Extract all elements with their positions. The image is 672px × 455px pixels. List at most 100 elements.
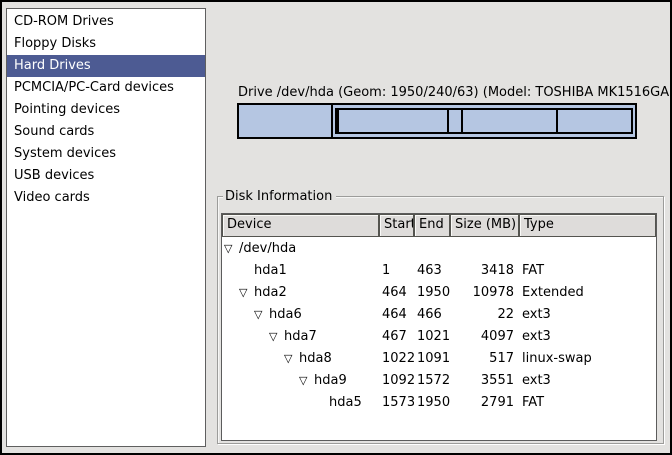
- type-cell: FAT: [519, 395, 656, 410]
- sidebar-item-label: System devices: [14, 146, 116, 161]
- start-cell: 464: [379, 307, 414, 322]
- size-cell: 3551: [450, 373, 519, 388]
- type-cell: Extended: [519, 285, 656, 300]
- sidebar-item-label: CD-ROM Drives: [14, 14, 114, 29]
- device-cell: ▽ hda6: [222, 307, 379, 322]
- sidebar-item-label: Floppy Disks: [14, 36, 96, 51]
- sidebar-item-label: Sound cards: [14, 124, 94, 139]
- sidebar-item[interactable]: CD-ROM Drives: [7, 11, 205, 33]
- disk-info-table-body: ▽ /dev/hda ▽ hda1 1 463: [222, 237, 656, 413]
- start-cell: 1573: [379, 395, 414, 410]
- table-row[interactable]: ▽ hda2 464 1950 10978 Extended: [222, 281, 656, 303]
- table-row[interactable]: ▽ hda5 1573 1950 2791 FAT: [222, 391, 656, 413]
- size-cell: 22: [450, 307, 519, 322]
- hardware-browser-window: CD-ROM Drives Floppy Disks Hard Drives P…: [0, 0, 672, 455]
- sidebar-item[interactable]: Pointing devices: [7, 99, 205, 121]
- expander-icon[interactable]: ▽: [299, 375, 314, 386]
- table-row[interactable]: ▽ hda6 464 466 22 ext3: [222, 303, 656, 325]
- device-name: hda7: [284, 329, 317, 344]
- partition-segment-logical: [463, 108, 558, 134]
- partition-segment-hda1: [239, 105, 333, 137]
- start-cell: 464: [379, 285, 414, 300]
- column-header[interactable]: Type: [519, 214, 656, 237]
- device-cell: ▽ hda1: [222, 263, 379, 278]
- size-cell: 4097: [450, 329, 519, 344]
- device-cell: ▽ hda8: [222, 351, 379, 366]
- column-header[interactable]: Device: [222, 214, 379, 237]
- column-header-label: End: [419, 217, 444, 232]
- start-cell: 467: [379, 329, 414, 344]
- device-cell: ▽ hda7: [222, 329, 379, 344]
- device-name: hda9: [314, 373, 347, 388]
- sidebar-item[interactable]: Sound cards: [7, 121, 205, 143]
- sidebar-item[interactable]: USB devices: [7, 165, 205, 187]
- device-name: hda6: [269, 307, 302, 322]
- device-name: hda5: [329, 395, 362, 410]
- disk-info-table: Device Start End Size (MB) Type ▽: [221, 213, 657, 441]
- type-cell: ext3: [519, 329, 656, 344]
- column-header-label: Device: [227, 217, 271, 232]
- start-cell: 1022: [379, 351, 414, 366]
- size-cell: 2791: [450, 395, 519, 410]
- sidebar-item[interactable]: Hard Drives: [7, 55, 205, 77]
- size-cell: 3418: [450, 263, 519, 278]
- partition-segment-logical: [558, 108, 633, 134]
- type-cell: linux-swap: [519, 351, 656, 366]
- expander-icon[interactable]: ▽: [224, 243, 239, 254]
- sidebar-item[interactable]: Floppy Disks: [7, 33, 205, 55]
- device-cell: ▽ /dev/hda: [222, 241, 379, 256]
- table-row[interactable]: ▽ hda7 467 1021 4097 ext3: [222, 325, 656, 347]
- column-header-label: Size (MB): [455, 217, 516, 232]
- column-header-label: Start: [384, 217, 414, 232]
- device-category-list: CD-ROM Drives Floppy Disks Hard Drives P…: [6, 8, 206, 447]
- start-cell: 1092: [379, 373, 414, 388]
- type-cell: FAT: [519, 263, 656, 278]
- sidebar-item-label: Video cards: [14, 190, 90, 205]
- column-header[interactable]: End: [414, 214, 450, 237]
- end-cell: 1950: [414, 285, 450, 300]
- sidebar-item[interactable]: PCMCIA/PC-Card devices: [7, 77, 205, 99]
- end-cell: 463: [414, 263, 450, 278]
- device-cell: ▽ hda9: [222, 373, 379, 388]
- device-name: hda8: [299, 351, 332, 366]
- sidebar-item[interactable]: Video cards: [7, 187, 205, 209]
- expander-icon[interactable]: ▽: [269, 331, 284, 342]
- disk-info-table-header: Device Start End Size (MB) Type: [222, 214, 656, 237]
- device-name: hda2: [254, 285, 287, 300]
- expander-icon[interactable]: ▽: [254, 309, 269, 320]
- column-header-label: Type: [524, 217, 554, 232]
- device-cell: ▽ hda5: [222, 395, 379, 410]
- expander-icon[interactable]: ▽: [284, 353, 299, 364]
- sidebar-item-label: Hard Drives: [14, 58, 91, 73]
- sidebar-item-label: PCMCIA/PC-Card devices: [14, 80, 174, 95]
- column-header[interactable]: Size (MB): [450, 214, 519, 237]
- disk-information-frame: Disk Information Device Start End Size (…: [217, 196, 664, 444]
- size-cell: 517: [450, 351, 519, 366]
- disk-information-frame-label: Disk Information: [223, 188, 336, 205]
- partition-segment-logical: [339, 108, 449, 134]
- type-cell: ext3: [519, 373, 656, 388]
- type-cell: ext3: [519, 307, 656, 322]
- end-cell: 1021: [414, 329, 450, 344]
- device-name: /dev/hda: [239, 241, 296, 256]
- start-cell: 1: [379, 263, 414, 278]
- column-header[interactable]: Start: [379, 214, 414, 237]
- drive-label: Drive /dev/hda (Geom: 1950/240/63) (Mode…: [238, 85, 672, 100]
- partition-segment-logical: [449, 108, 463, 134]
- table-row[interactable]: ▽ hda9 1092 1572 3551 ext3: [222, 369, 656, 391]
- table-row[interactable]: ▽ hda8 1022 1091 517 linux-swap: [222, 347, 656, 369]
- partition-segment-extended: [333, 105, 635, 137]
- device-name: hda1: [254, 263, 287, 278]
- size-cell: 10978: [450, 285, 519, 300]
- expander-icon[interactable]: ▽: [239, 287, 254, 298]
- table-row[interactable]: ▽ hda1 1 463 3418 FAT: [222, 259, 656, 281]
- sidebar-item-label: USB devices: [14, 168, 94, 183]
- end-cell: 466: [414, 307, 450, 322]
- sidebar-item[interactable]: System devices: [7, 143, 205, 165]
- sidebar-item-label: Pointing devices: [14, 102, 120, 117]
- end-cell: 1572: [414, 373, 450, 388]
- partition-bar: [237, 103, 637, 139]
- device-cell: ▽ hda2: [222, 285, 379, 300]
- end-cell: 1091: [414, 351, 450, 366]
- table-row[interactable]: ▽ /dev/hda: [222, 237, 656, 259]
